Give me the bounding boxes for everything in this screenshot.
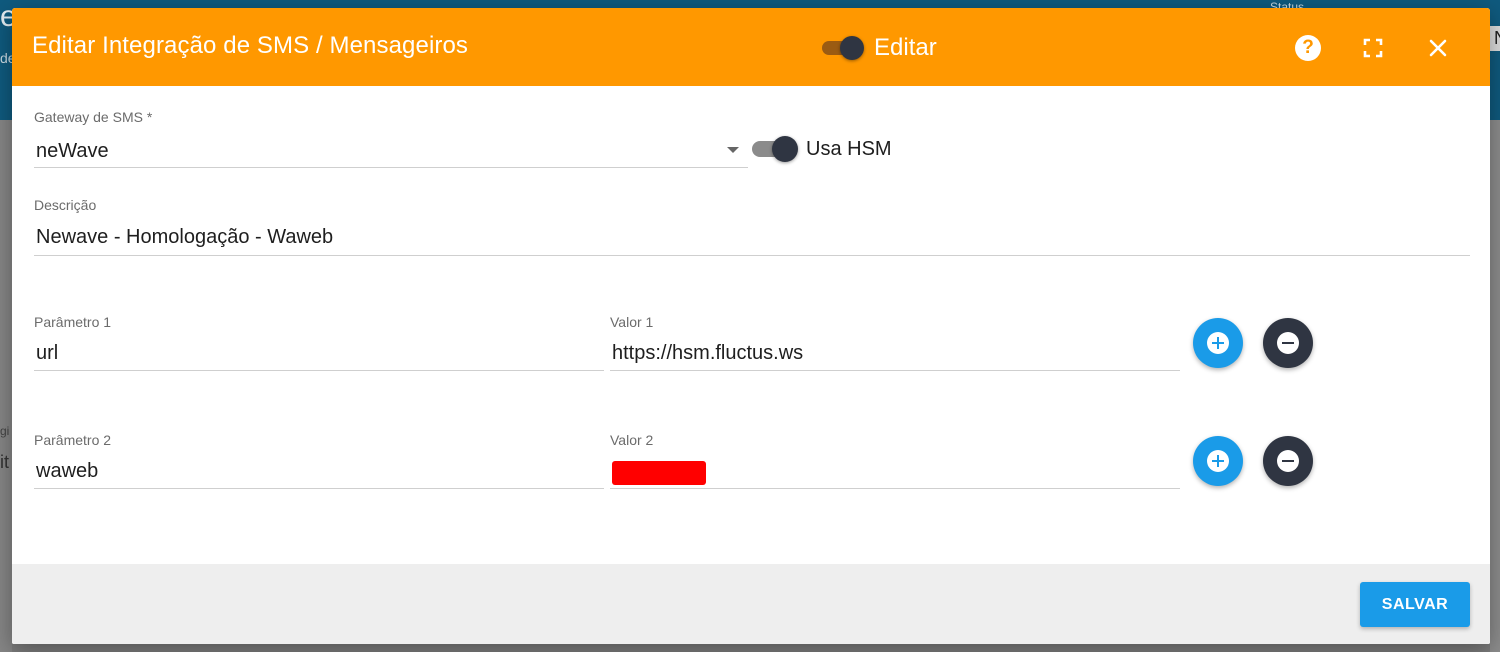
valor-1-label: Valor 1 xyxy=(610,314,654,330)
valor-2-field[interactable]: Valor 2 xyxy=(610,432,1180,498)
fullscreen-icon[interactable] xyxy=(1359,34,1387,62)
gateway-label: Gateway de SMS * xyxy=(34,109,153,125)
descricao-underline xyxy=(34,255,1470,256)
plus-icon xyxy=(1207,332,1229,354)
edit-toggle-thumb xyxy=(840,36,864,60)
valor-2-label: Valor 2 xyxy=(610,432,654,448)
valor-1-field[interactable]: Valor 1 https://hsm.fluctus.ws xyxy=(610,314,1180,380)
parametro-2-underline xyxy=(34,488,604,489)
parametro-2-value: waweb xyxy=(36,460,99,482)
parametro-2-label: Parâmetro 2 xyxy=(34,432,112,448)
gateway-underline xyxy=(34,167,748,168)
background-left-strip xyxy=(0,120,12,652)
dialog-header: Editar Integração de SMS / Mensageiros E… xyxy=(12,8,1490,86)
descricao-label: Descrição xyxy=(34,197,97,213)
chevron-down-icon[interactable] xyxy=(727,147,739,153)
valor-1-underline xyxy=(610,370,1180,371)
background-value-fragment: it xyxy=(0,452,9,472)
edit-mode-label: Editar xyxy=(874,34,937,61)
parametro-1-label: Parâmetro 1 xyxy=(34,314,112,330)
add-parameter-button[interactable] xyxy=(1193,436,1243,486)
hsm-toggle-thumb xyxy=(772,136,798,162)
background-right-strip xyxy=(1490,120,1500,652)
remove-parameter-button[interactable] xyxy=(1263,318,1313,368)
parametro-1-value: url xyxy=(36,342,59,364)
minus-icon xyxy=(1277,332,1299,354)
usa-hsm-label: Usa HSM xyxy=(806,138,892,160)
add-parameter-button[interactable] xyxy=(1193,318,1243,368)
gateway-value: neWave xyxy=(36,140,109,162)
save-button[interactable]: SALVAR xyxy=(1360,582,1470,627)
parametro-1-underline xyxy=(34,370,604,371)
descricao-field[interactable]: Descrição Newave - Homologação - Waweb xyxy=(34,197,1470,263)
dialog-title: Editar Integração de SMS / Mensageiros xyxy=(32,32,469,59)
plus-icon xyxy=(1207,450,1229,472)
background-right-fragment: N xyxy=(1490,26,1500,51)
redacted-value xyxy=(612,461,706,485)
edit-mode-toggle[interactable] xyxy=(820,36,864,60)
valor-2-underline xyxy=(610,488,1180,489)
parametro-2-field[interactable]: Parâmetro 2 waweb xyxy=(34,432,604,498)
help-icon[interactable]: ? xyxy=(1294,34,1322,62)
valor-1-value: https://hsm.fluctus.ws xyxy=(612,342,804,364)
minus-icon xyxy=(1277,450,1299,472)
dialog-footer: SALVAR xyxy=(12,564,1490,644)
remove-parameter-button[interactable] xyxy=(1263,436,1313,486)
close-icon[interactable] xyxy=(1424,34,1452,62)
edit-integration-dialog: Editar Integração de SMS / Mensageiros E… xyxy=(12,8,1490,644)
usa-hsm-toggle[interactable] xyxy=(752,136,798,162)
background-label-fragment: gi xyxy=(0,424,10,438)
descricao-value: Newave - Homologação - Waweb xyxy=(36,226,334,248)
parametro-1-field[interactable]: Parâmetro 1 url xyxy=(34,314,604,380)
gateway-select[interactable]: Gateway de SMS * neWave xyxy=(34,109,748,175)
